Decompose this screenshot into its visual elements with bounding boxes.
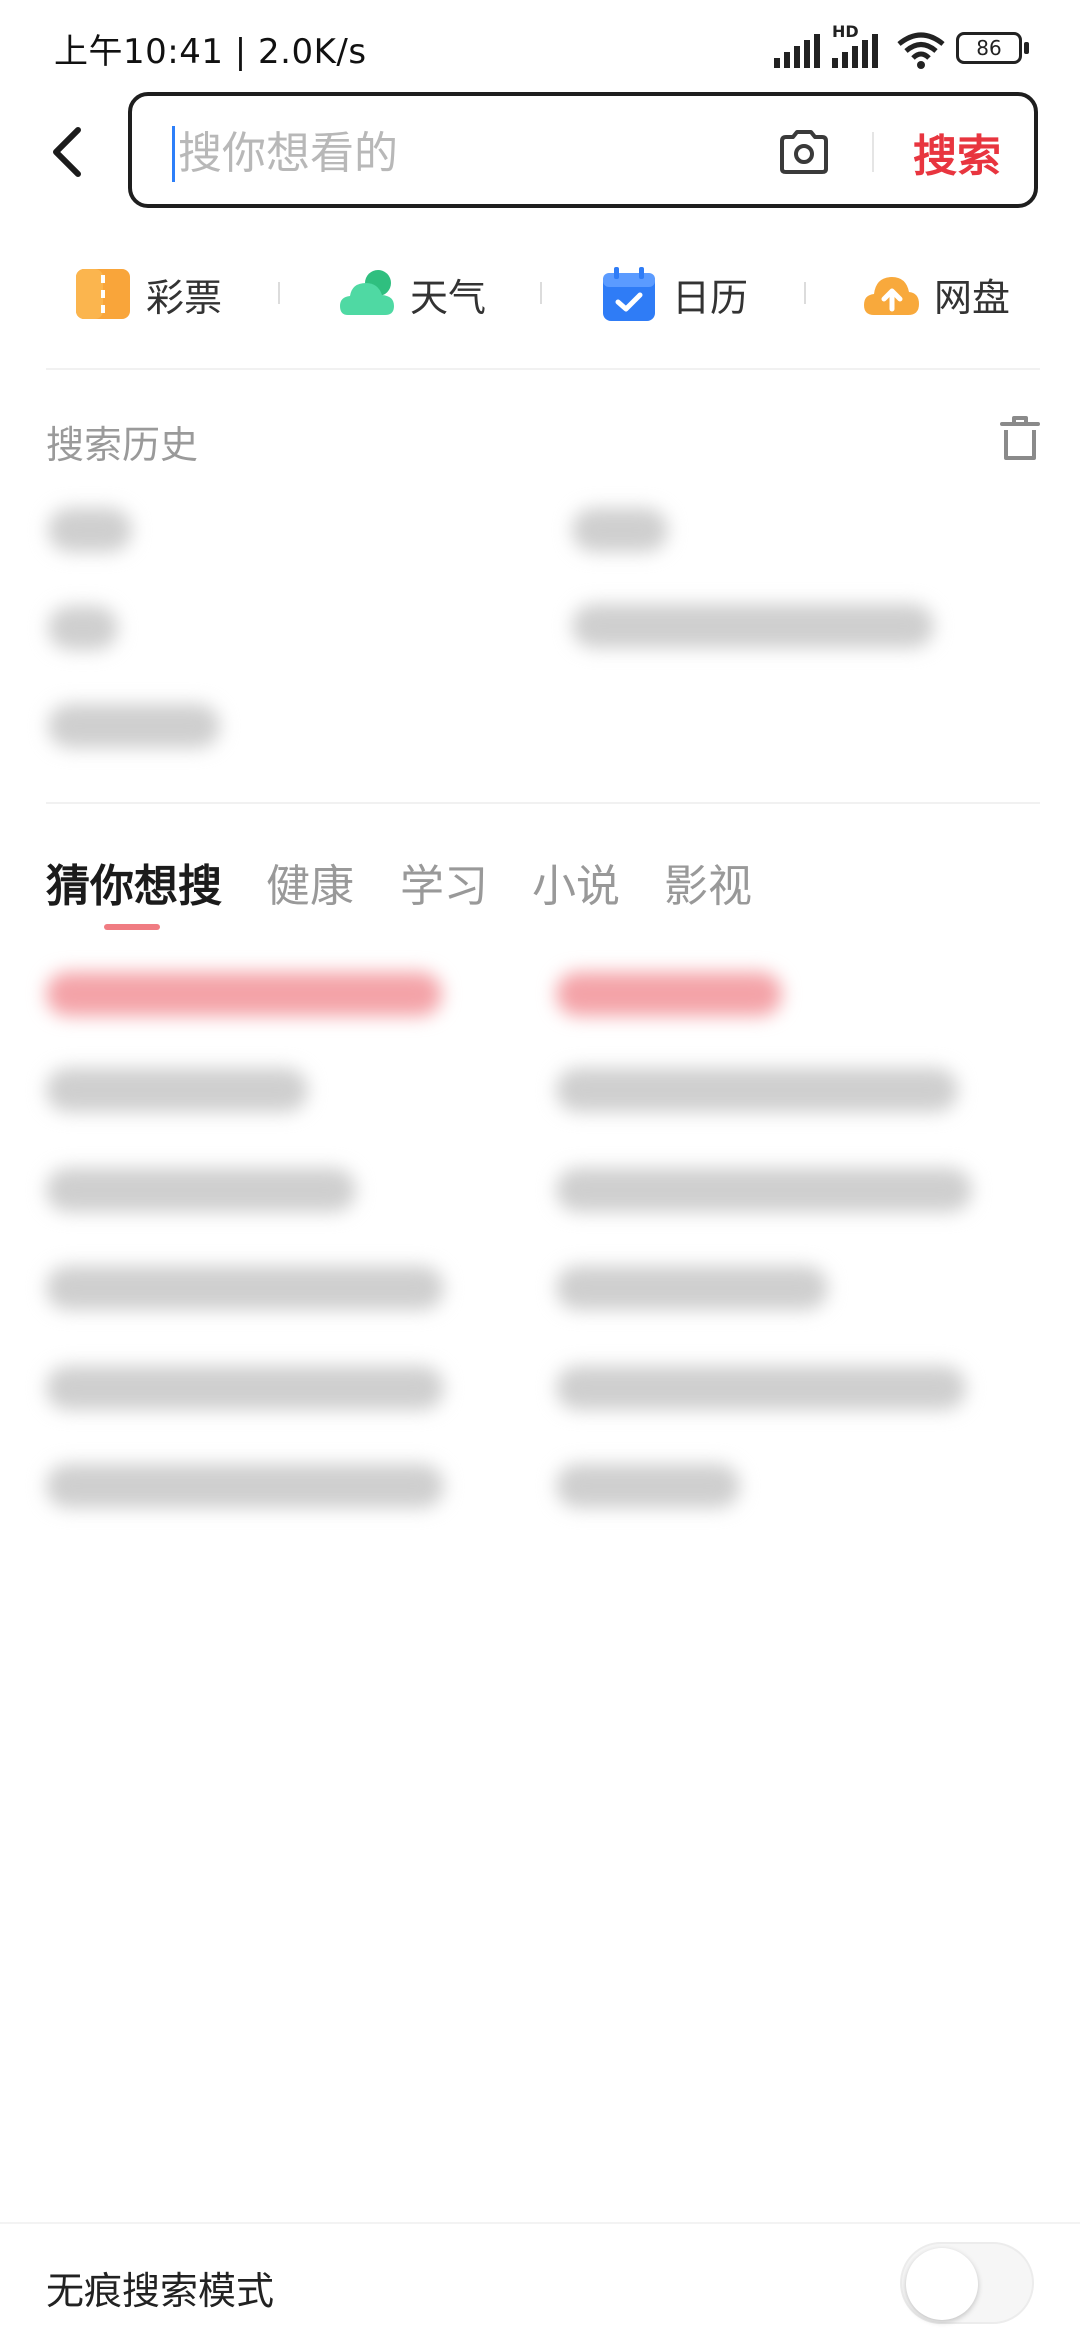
- tab-study[interactable]: 学习: [400, 850, 488, 914]
- divider: [46, 368, 1040, 370]
- quick-apps-row: 彩票 天气 日历 网盘: [0, 250, 1080, 340]
- camera-search-button[interactable]: [772, 120, 836, 184]
- quick-app-label: 彩票: [146, 275, 223, 320]
- quick-app-calendar[interactable]: 日历: [600, 262, 748, 326]
- suggestion-item-redacted[interactable]: [556, 1366, 966, 1410]
- quick-separator: [278, 282, 280, 304]
- history-item-redacted[interactable]: [48, 606, 118, 650]
- quick-separator: [804, 282, 806, 304]
- active-tab-indicator: [104, 924, 160, 930]
- status-icons: HD 86: [772, 22, 1032, 72]
- battery-icon: 86: [956, 32, 1022, 64]
- history-item-redacted[interactable]: [572, 508, 668, 552]
- history-item-redacted[interactable]: [48, 704, 220, 748]
- quick-app-weather[interactable]: 天气: [338, 262, 486, 326]
- toggle-knob: [906, 2248, 978, 2320]
- signal-hd-icon: [832, 34, 878, 68]
- suggestion-item-redacted[interactable]: [46, 1366, 444, 1410]
- tab-health[interactable]: 健康: [266, 850, 354, 914]
- search-box: 搜索: [128, 92, 1038, 208]
- camera-icon: [780, 130, 828, 174]
- quick-app-label: 网盘: [934, 275, 1011, 320]
- back-button[interactable]: [34, 120, 98, 184]
- search-page: 上午10:41 | 2.0K/s HD 86 搜你想看的 搜索 彩票 天气 日历…: [0, 0, 1080, 2340]
- search-divider: [872, 132, 874, 172]
- incognito-toggle[interactable]: [900, 2242, 1034, 2324]
- quick-app-lottery[interactable]: 彩票: [74, 262, 222, 326]
- battery-level: 86: [976, 36, 1002, 60]
- tab-guess[interactable]: 猜你想搜: [46, 850, 222, 914]
- signal-icon: [774, 34, 820, 68]
- tab-novel[interactable]: 小说: [532, 850, 620, 914]
- incognito-label: 无痕搜索模式: [46, 2269, 275, 2313]
- suggestion-item-redacted[interactable]: [556, 1266, 828, 1310]
- divider: [46, 802, 1040, 804]
- suggestion-item-redacted[interactable]: [46, 1266, 444, 1310]
- history-item-redacted[interactable]: [48, 508, 132, 552]
- suggestion-item-redacted[interactable]: [46, 1068, 308, 1112]
- chevron-left-icon: [53, 127, 81, 177]
- quick-separator: [540, 282, 542, 304]
- history-title: 搜索历史: [46, 423, 199, 467]
- suggestion-item-redacted[interactable]: [46, 972, 442, 1016]
- suggestion-item-redacted[interactable]: [46, 1464, 444, 1508]
- search-input[interactable]: [176, 114, 740, 192]
- battery-tip: [1024, 42, 1029, 54]
- incognito-bar: 无痕搜索模式: [0, 2222, 1080, 2340]
- history-item-redacted[interactable]: [572, 604, 934, 648]
- quick-app-label: 日历: [672, 275, 749, 320]
- suggestion-item-redacted[interactable]: [556, 1168, 972, 1212]
- wifi-icon: [897, 32, 945, 69]
- trash-icon: [1000, 416, 1040, 460]
- suggestion-item-redacted[interactable]: [46, 1168, 356, 1212]
- weather-cloud-icon: [340, 270, 394, 315]
- status-time: 上午10:41 | 2.0K/s: [54, 32, 367, 72]
- quick-app-label: 天气: [410, 275, 487, 320]
- cloud-upload-icon: [864, 277, 919, 315]
- suggestion-item-redacted[interactable]: [556, 972, 782, 1016]
- calendar-icon: [603, 267, 655, 321]
- suggestion-item-redacted[interactable]: [556, 1464, 740, 1508]
- text-caret: [172, 126, 175, 182]
- quick-app-cloud-drive[interactable]: 网盘: [862, 262, 1010, 326]
- tab-video[interactable]: 影视: [664, 850, 752, 914]
- suggestion-item-redacted[interactable]: [556, 1068, 958, 1112]
- lottery-ticket-icon: [76, 269, 130, 319]
- status-bar: 上午10:41 | 2.0K/s HD 86: [0, 0, 1080, 90]
- clear-history-button[interactable]: [996, 412, 1044, 464]
- search-submit-button[interactable]: 搜索: [892, 116, 1022, 188]
